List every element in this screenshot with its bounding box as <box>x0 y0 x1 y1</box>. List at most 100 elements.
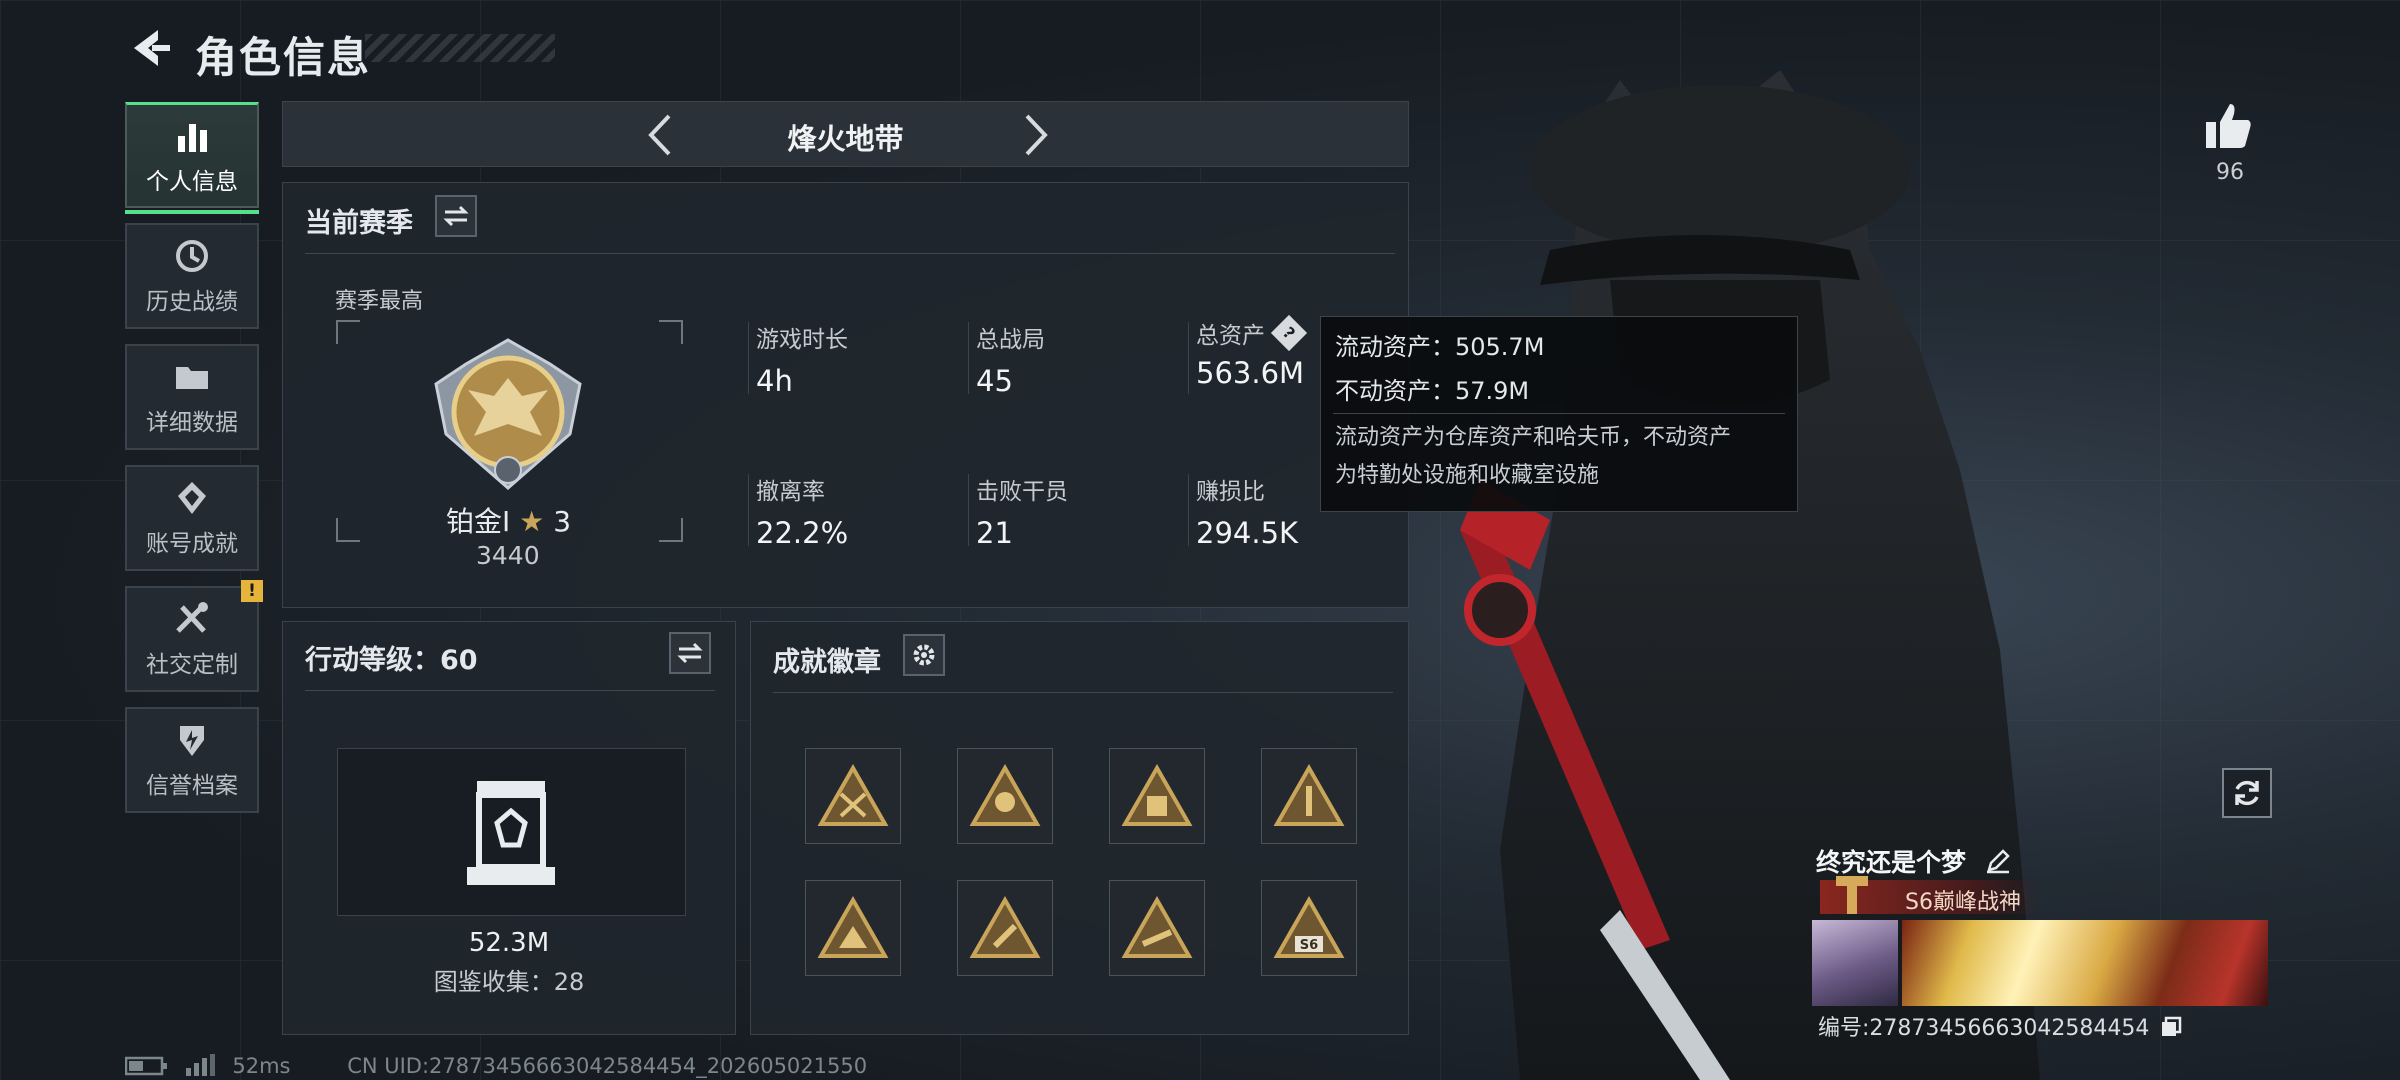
tooltip-liquid-assets: 流动资产：505.7M <box>1335 333 1545 361</box>
achievement-badge[interactable] <box>805 880 901 976</box>
star-icon: ★ <box>519 505 545 538</box>
nav-item-personal-info[interactable]: 个人信息 <box>125 102 259 214</box>
battery-icon <box>124 1056 167 1076</box>
achievement-badges-panel: 成就徽章 S6 <box>750 621 1409 1035</box>
tooltip-fixed-assets: 不动资产：57.9M <box>1335 377 1530 405</box>
nav-label: 账号成就 <box>146 531 238 557</box>
player-avatar[interactable] <box>1812 920 1898 1006</box>
nav-item-achievements[interactable]: 账号成就 <box>125 465 259 571</box>
rank-emblem-icon <box>434 338 582 490</box>
tooltip-desc-line: 为特勤处设施和收藏室设施 <box>1335 463 1600 488</box>
player-name-text: 终究还是个梦 <box>1816 848 1967 877</box>
stat-total-assets: 总资产 ? 563.6M <box>1196 314 1308 390</box>
help-icon[interactable]: ? <box>1270 314 1308 352</box>
rank-name: 铂金Ⅰ <box>446 505 511 538</box>
badge-triangle-icon <box>817 764 889 826</box>
stat-value: 294.5K <box>1196 516 1299 550</box>
edit-pencil-icon[interactable] <box>1985 848 2011 874</box>
history-icon <box>176 240 208 272</box>
tooltip-description: 流动资产为仓库资产和哈夫币，不动资产 为特勤处设施和收藏室设施 <box>1335 419 1731 495</box>
stat-label: 总资产 <box>1196 323 1265 349</box>
tools-icon <box>176 602 208 633</box>
chevron-right-icon[interactable] <box>1017 112 1053 158</box>
divider <box>305 253 1395 254</box>
level-title: 行动等级：60 <box>305 645 478 676</box>
stat-label: 总战局 <box>976 327 1045 353</box>
collection-case-icon <box>467 781 555 885</box>
nav-item-history[interactable]: 历史战绩 <box>125 223 259 329</box>
assets-tooltip: 流动资产：505.7M 不动资产：57.9M 流动资产为仓库资产和哈夫币，不动资… <box>1320 316 1798 512</box>
badge-triangle-icon <box>1273 764 1345 826</box>
season-best-label: 赛季最高 <box>335 289 424 314</box>
nav-label: 社交定制 <box>146 652 238 678</box>
achievement-badge[interactable] <box>1261 748 1357 844</box>
refresh-icon <box>2235 780 2259 806</box>
achievement-badge-s6[interactable]: S6 <box>1261 880 1357 976</box>
achievement-badge[interactable] <box>1109 880 1205 976</box>
collection-count: 图鉴收集：28 <box>433 968 585 996</box>
nav-item-detail-data[interactable]: 详细数据 <box>125 344 259 450</box>
badge-triangle-icon: S6 <box>1273 896 1345 958</box>
nav-label: 详细数据 <box>146 410 238 436</box>
like-count: 96 <box>2216 160 2244 185</box>
stat-total-matches: 总战局 45 <box>976 320 1045 398</box>
achievement-badge[interactable] <box>957 748 1053 844</box>
uid-text: CN UID:2787345666304258445​4_20260502155… <box>347 1054 868 1078</box>
tooltip-desc-line: 流动资产为仓库资产和哈夫币，不动资产 <box>1335 425 1732 450</box>
stat-value: 22.2% <box>756 516 849 550</box>
bar-chart-icon <box>178 123 207 152</box>
title-decoration <box>365 34 555 62</box>
player-banner[interactable] <box>1902 920 2268 1006</box>
stat-value: 45 <box>976 364 1013 398</box>
badge-triangle-icon <box>969 896 1041 958</box>
page-title: 角色信息 <box>195 33 372 82</box>
collection-value: 52.3M <box>468 928 550 958</box>
rank-stars: 3 <box>553 505 572 538</box>
badge-triangle-icon <box>1121 764 1193 826</box>
stat-label: 赚损比 <box>1196 479 1265 505</box>
stat-extract-rate: 撤离率 22.2% <box>756 472 848 550</box>
divider <box>968 474 969 546</box>
side-nav: 个人信息 历史战绩 详细数据 账号成就 社交定制 ! 信誉档案 <box>125 102 263 828</box>
stat-label: 游戏时长 <box>756 327 848 353</box>
player-id-text: 编号:2787345666304258445​4 <box>1818 1016 2150 1041</box>
badge-label: S6 <box>1300 938 1318 953</box>
nav-item-social[interactable]: 社交定制 ! <box>125 580 263 692</box>
achievement-badge[interactable] <box>1109 748 1205 844</box>
level-switch-button[interactable] <box>669 632 711 674</box>
status-bar: 52ms CN UID:2787345666304258445​4_202605… <box>124 1054 868 1078</box>
divider <box>1333 413 1785 414</box>
achievement-badge[interactable] <box>957 880 1053 976</box>
season-switch-button[interactable] <box>435 195 477 237</box>
badge-triangle-icon <box>969 764 1041 826</box>
rank-score: 3440 <box>476 541 540 570</box>
mode-selector: 烽火地带 <box>282 101 1409 167</box>
badge-settings-button[interactable] <box>903 634 945 676</box>
player-title: S6巅峰战神 <box>1905 890 2021 915</box>
ping-value: 52ms <box>232 1054 291 1078</box>
divider <box>305 690 715 691</box>
stat-play-time: 游戏时长 4h <box>756 320 848 398</box>
refresh-button[interactable] <box>2222 768 2272 818</box>
swap-icon <box>677 642 703 664</box>
badges-title: 成就徽章 <box>773 647 881 678</box>
nav-label: 信誉档案 <box>146 773 238 799</box>
rank-name-row: 铂金Ⅰ ★ 3 <box>446 500 571 540</box>
copy-icon[interactable] <box>2160 1016 2182 1038</box>
season-title: 当前赛季 <box>305 208 413 239</box>
stat-label: 击败干员 <box>976 479 1068 505</box>
stat-label: 撤离率 <box>756 479 825 505</box>
title-emblem-icon <box>1836 876 1868 914</box>
alert-badge: ! <box>241 580 263 602</box>
nav-item-reputation[interactable]: 信誉档案 <box>125 707 259 813</box>
shield-icon <box>180 726 204 756</box>
signal-icon <box>185 1054 215 1076</box>
stat-profit-loss: 赚损比 294.5K <box>1196 472 1298 550</box>
back-arrow-icon[interactable] <box>128 26 172 70</box>
thumbs-up-icon[interactable] <box>2202 100 2254 152</box>
player-id: 编号:2787345666304258445​4 <box>1818 1010 2182 1042</box>
achievement-badge[interactable] <box>805 748 901 844</box>
gear-icon <box>913 644 935 666</box>
badge-triangle-icon <box>1121 896 1193 958</box>
stat-value: 21 <box>976 516 1013 550</box>
